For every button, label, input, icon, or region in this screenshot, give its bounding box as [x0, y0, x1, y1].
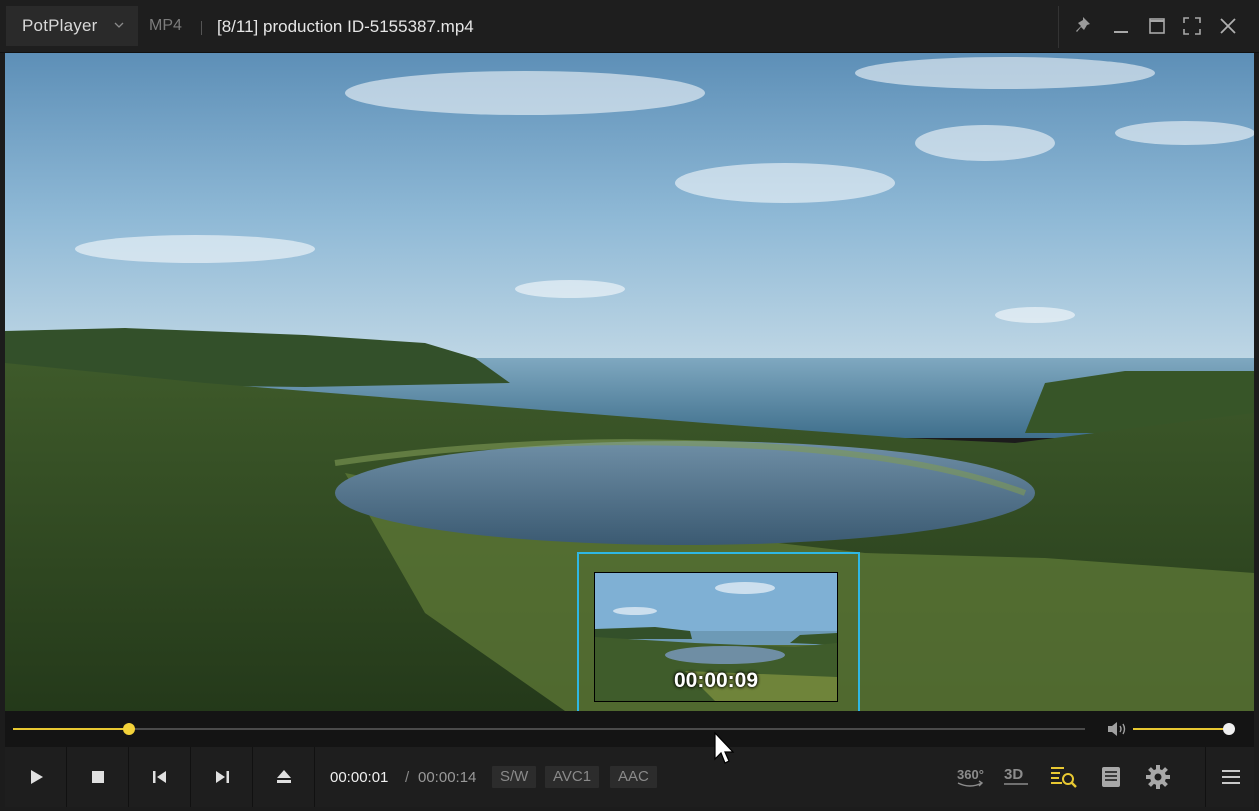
volume-level: [1133, 728, 1229, 730]
seek-bar[interactable]: [5, 711, 1254, 747]
settings-button[interactable]: [1142, 761, 1174, 793]
control-bar: 00:00:01 / 00:00:14 S/W AVC1 AAC 360° 3D: [5, 747, 1254, 807]
title-divider: [201, 21, 202, 35]
360-icon: 360°: [957, 767, 984, 787]
chevron-down-icon: [114, 22, 124, 28]
audio-codec-badge[interactable]: AAC: [610, 766, 657, 788]
close-icon[interactable]: [1216, 14, 1240, 38]
previous-icon: [152, 771, 166, 783]
seek-track[interactable]: [13, 728, 1085, 730]
minimize-icon[interactable]: [1109, 14, 1133, 38]
stop-icon: [91, 771, 104, 783]
previous-button[interactable]: [129, 747, 191, 807]
decoder-badge[interactable]: S/W: [492, 766, 537, 788]
main-menu-button[interactable]: [1205, 747, 1255, 807]
time-separator: /: [405, 769, 410, 786]
vr-360-button[interactable]: 360°: [954, 761, 986, 793]
stereo-label: 3D: [1004, 766, 1023, 783]
eject-button[interactable]: [253, 747, 315, 807]
chapter-icon: [1102, 767, 1120, 787]
preview-timestamp: 00:00:09: [673, 669, 759, 692]
mouse-cursor-icon: [714, 731, 735, 764]
fullscreen-icon[interactable]: [1180, 14, 1204, 38]
playlist-search-button[interactable]: [1048, 761, 1080, 793]
app-name: PotPlayer: [22, 16, 98, 35]
3d-icon: 3D: [1004, 766, 1028, 785]
format-label: MP4: [149, 17, 182, 34]
seek-handle[interactable]: [122, 723, 135, 735]
maximize-icon[interactable]: [1145, 14, 1169, 38]
3d-button[interactable]: 3D: [1000, 761, 1032, 793]
current-time: 00:00:01: [330, 769, 389, 786]
pin-icon[interactable]: [1073, 14, 1097, 38]
next-icon: [215, 771, 229, 783]
stop-button[interactable]: [67, 747, 129, 807]
next-button[interactable]: [191, 747, 253, 807]
total-duration[interactable]: 00:00:14: [418, 769, 476, 786]
menu-icon: [1221, 770, 1240, 784]
window-title: [8/11] production ID-5155387.mp4: [217, 17, 474, 36]
vr-label: 360°: [957, 767, 984, 782]
chapter-button[interactable]: [1095, 761, 1127, 793]
playlist-search-icon: [1051, 767, 1077, 788]
window-controls: [1058, 6, 1256, 48]
settings-gear-icon: [1146, 765, 1170, 789]
video-codec-badge[interactable]: AVC1: [545, 766, 600, 788]
title-bar: PotPlayer MP4 [8/11] production ID-51553…: [0, 0, 1259, 53]
eject-icon: [276, 770, 291, 783]
volume-icon[interactable]: [1106, 720, 1128, 738]
seek-progress: [13, 728, 129, 730]
play-button[interactable]: [5, 747, 67, 807]
app-menu-button[interactable]: PotPlayer: [6, 6, 138, 46]
play-icon: [30, 770, 43, 784]
volume-handle[interactable]: [1223, 723, 1235, 735]
